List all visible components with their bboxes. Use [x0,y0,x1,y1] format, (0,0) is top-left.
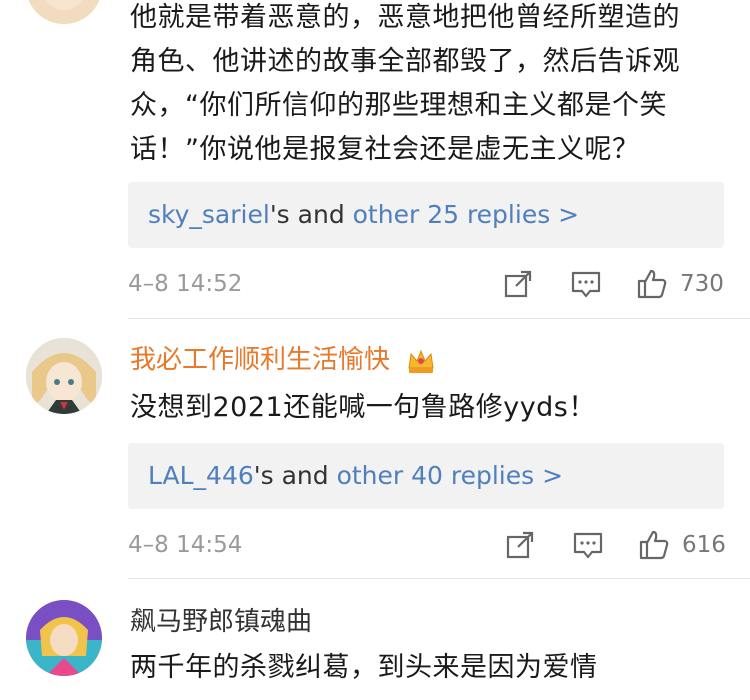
comment-text: 两千年的杀戮纠葛，到头来是因为爱情 [130,652,598,683]
username[interactable]: 我必工作顺利生活愉快 [130,342,436,378]
comment-line: 话！”你说他是报复社会还是虚无主义呢？ [130,134,640,165]
share-icon[interactable] [502,268,534,300]
thumbs-up-icon[interactable] [638,529,670,561]
replies-connector: 's and [253,461,337,490]
comment-divider [128,318,750,319]
comment-icon[interactable] [572,529,604,561]
more-replies-link[interactable]: other 40 replies > [337,461,563,490]
crown-badge-icon [408,349,434,373]
comment-meta: 4–8 14:52 730 [128,264,724,304]
more-replies-link[interactable]: other 25 replies > [353,200,579,229]
reply-user-link[interactable]: sky_sariel [148,200,270,229]
comment-line: 众，“你们所信仰的那些理想和主义都是个笑 [130,90,667,121]
comment-line: 他就是带着恶意的，恶意地把他曾经所塑造的 [130,2,680,33]
like-count: 616 [682,532,726,558]
replies-preview[interactable]: LAL_446's and other 40 replies > [128,443,724,509]
username[interactable]: 飙马野郎镇魂曲 [130,604,312,640]
reply-user-link[interactable]: LAL_446 [148,461,254,490]
timestamp: 4–8 14:54 [128,532,243,558]
replies-preview[interactable]: sky_sariel's and other 25 replies > [128,182,724,248]
avatar[interactable] [26,338,102,414]
comment-text: 没想到2021还能喊一句鲁路修yyds！ [130,392,596,423]
comment-icon[interactable] [570,268,602,300]
timestamp: 4–8 14:52 [128,271,243,297]
comment-line: 角色、他讲述的故事全部都毁了，然后告诉观 [130,46,680,77]
thumbs-up-icon[interactable] [636,268,668,300]
like-count: 730 [680,271,724,297]
comment-text: 他就是带着恶意的，恶意地把他曾经所塑造的 角色、他讲述的故事全部都毁了，然后告诉… [130,0,730,172]
comment-meta: 4–8 14:54 616 [128,525,726,565]
avatar[interactable] [26,600,102,676]
comment-divider [128,578,750,579]
replies-connector: 's and [269,200,353,229]
share-icon[interactable] [504,529,536,561]
username-text[interactable]: 我必工作顺利生活愉快 [130,345,390,375]
avatar[interactable] [26,0,102,24]
